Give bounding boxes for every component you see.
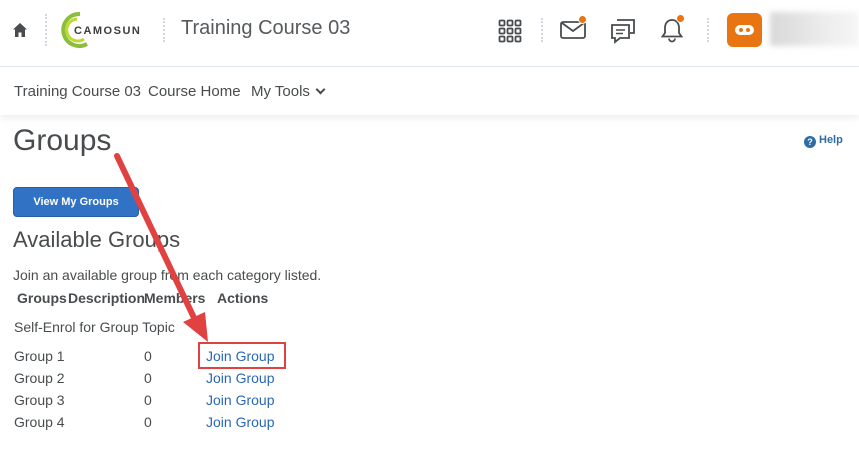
join-group-link[interactable]: Join Group [206,370,274,386]
group-name: Group 3 [14,392,65,408]
help-link[interactable]: ? Help [804,134,843,148]
course-title[interactable]: Training Course 03 [181,17,350,40]
divider [163,18,165,42]
help-label: Help [819,134,843,146]
divider [541,18,543,42]
home-icon[interactable] [11,21,29,39]
minibar: CAMOSUN Training Course 03 [0,0,859,67]
group-members: 0 [144,348,152,364]
course-navbar: Training Course 03 Course Home My Tools [0,68,859,115]
divider [707,18,709,42]
username-redacted [770,12,859,46]
camosun-logo-mark: CAMOSUN [61,11,141,48]
nav-item-my-tools-label: My Tools [251,83,310,100]
avatar-icon[interactable] [727,13,762,47]
highlight-box [198,342,286,369]
group-name: Group 1 [14,348,65,364]
group-members: 0 [144,392,152,408]
divider [45,14,47,46]
help-icon: ? [804,136,816,148]
column-header-description: Description [68,290,146,306]
chat-icon[interactable] [610,18,636,44]
group-name: Group 2 [14,370,65,386]
avatar-face [735,25,754,35]
bell-badge [676,14,685,23]
group-members: 0 [144,370,152,386]
column-header-actions: Actions [217,290,269,306]
intro-text: Join an available group from each catego… [13,267,322,283]
chevron-down-icon [315,84,326,95]
column-header-members: Members [144,290,206,306]
waffle-grid-icon[interactable] [498,19,522,43]
mail-badge [578,15,587,24]
view-my-groups-button[interactable]: View My Groups [13,187,139,217]
nav-item-training-course[interactable]: Training Course 03 [14,83,141,100]
section-heading: Available Groups [13,227,181,252]
nav-item-my-tools[interactable]: My Tools [251,83,326,100]
nav-item-course-home[interactable]: Course Home [148,83,241,100]
column-header-groups: Groups [17,290,67,306]
page-title: Groups [13,124,112,157]
join-group-link[interactable]: Join Group [206,392,274,408]
category-label: Self-Enrol for Group Topic [14,319,175,335]
join-group-link[interactable]: Join Group [206,414,274,430]
camosun-logo[interactable]: CAMOSUN [60,10,152,50]
group-members: 0 [144,414,152,430]
logo-text: CAMOSUN [74,25,141,37]
group-name: Group 4 [14,414,65,430]
